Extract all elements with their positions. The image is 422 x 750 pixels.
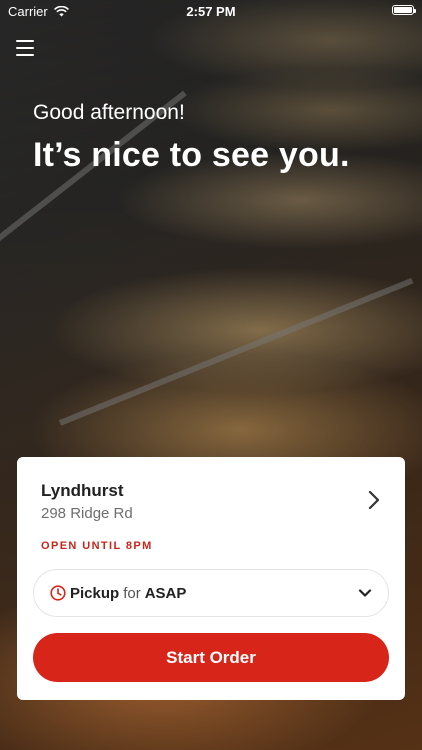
battery-icon	[392, 5, 416, 15]
status-bar: Carrier 2:57 PM	[0, 0, 422, 22]
order-option-text: Pickup for ASAP	[70, 585, 186, 602]
headline-text: It’s nice to see you.	[33, 136, 350, 174]
chevron-right-icon[interactable]	[365, 489, 383, 511]
store-card: Lyndhurst 298 Ridge Rd OPEN UNTIL 8PM Pi…	[17, 457, 405, 700]
chevron-down-icon	[358, 589, 372, 597]
home-screen: Carrier 2:57 PM Good afternoon! It’s nic…	[0, 0, 422, 750]
store-address: 298 Ridge Rd	[41, 505, 133, 522]
hamburger-menu-icon[interactable]	[16, 40, 34, 56]
greeting-text: Good afternoon!	[33, 101, 185, 124]
order-time-dropdown[interactable]: Pickup for ASAP	[33, 569, 389, 617]
order-time: ASAP	[144, 584, 187, 602]
order-connector: for	[123, 584, 141, 602]
order-mode: Pickup	[70, 584, 120, 602]
clock-icon	[50, 585, 66, 601]
store-hours-status: OPEN UNTIL 8PM	[41, 540, 153, 552]
battery-level	[394, 7, 412, 13]
status-time: 2:57 PM	[186, 4, 236, 19]
store-name[interactable]: Lyndhurst	[41, 481, 123, 501]
start-order-button[interactable]: Start Order	[33, 633, 389, 682]
